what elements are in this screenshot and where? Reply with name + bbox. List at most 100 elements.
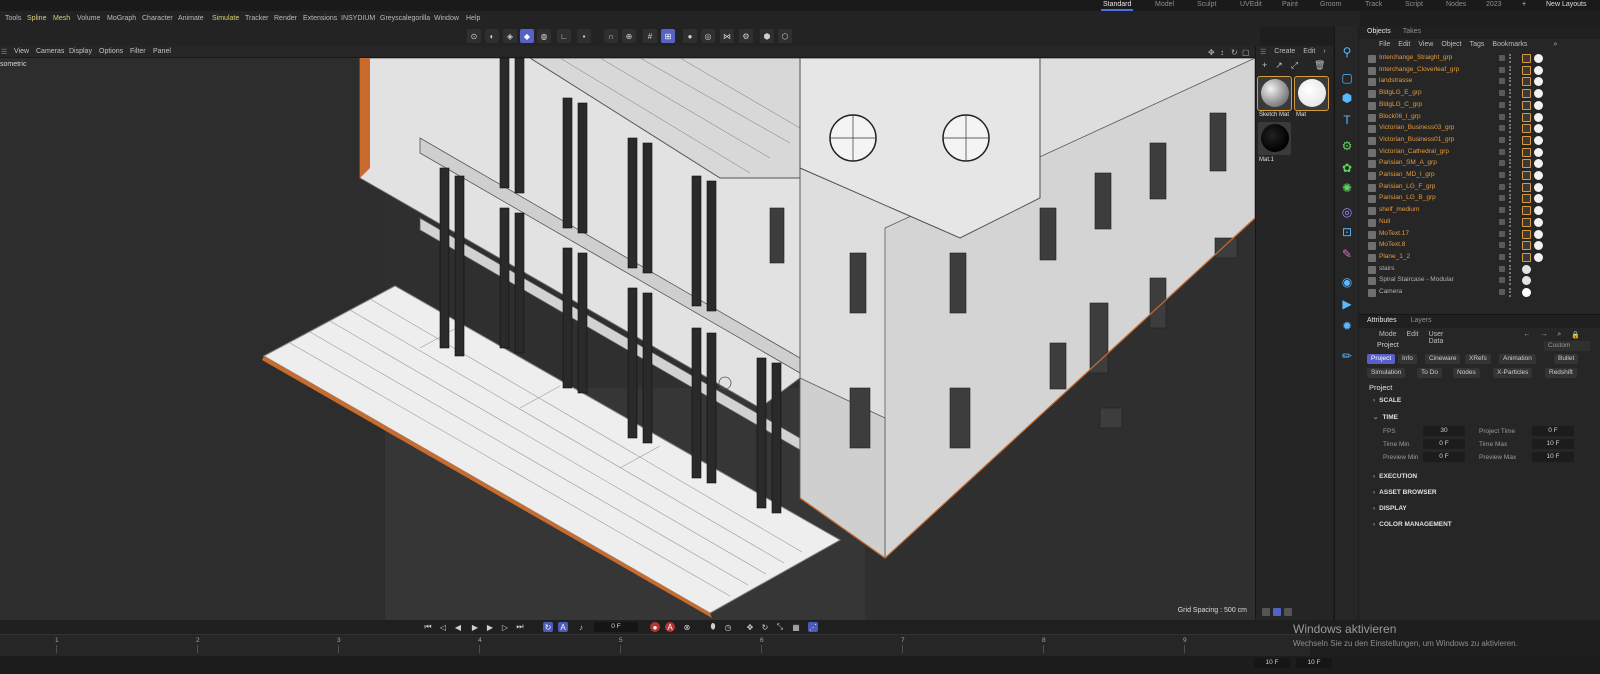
cube-primitive-icon[interactable]: ⬢ xyxy=(1339,90,1355,106)
phong-tag-icon[interactable] xyxy=(1522,206,1531,216)
object-row[interactable]: stairs xyxy=(1359,264,1600,276)
move-icon[interactable]: ↕ xyxy=(1220,48,1224,57)
timeline-ruler[interactable]: 1 2 3 4 5 6 7 8 9 xyxy=(0,634,1310,656)
axis-icon[interactable]: ∟ xyxy=(557,29,571,43)
object-row[interactable]: Parisian_LG_B_grp xyxy=(1359,193,1600,205)
new-layouts-dropdown[interactable]: New Layouts xyxy=(1546,1,1586,8)
material-tag-icon[interactable] xyxy=(1534,206,1543,216)
layer-toggle-icon[interactable] xyxy=(1499,230,1505,237)
render-icon[interactable]: ⬡ xyxy=(778,29,792,43)
layer-toggle-icon[interactable] xyxy=(1499,277,1505,284)
phong-tag-icon[interactable] xyxy=(1522,100,1531,110)
rotation-key-icon[interactable]: ↻ xyxy=(760,622,770,632)
om-menu-bookmarks[interactable]: Bookmarks xyxy=(1492,41,1527,49)
tag-icon[interactable] xyxy=(1522,276,1531,286)
section-time[interactable]: ⌄ TIME xyxy=(1373,413,1398,421)
layout-tab-nodes[interactable]: Nodes xyxy=(1446,1,1466,8)
pill-bullet[interactable]: Bullet xyxy=(1554,354,1579,364)
object-row[interactable]: Parisian_SM_A_grp xyxy=(1359,158,1600,170)
layout-tab-model[interactable]: Model xyxy=(1155,1,1174,8)
grid-icon[interactable]: # xyxy=(643,29,657,43)
paint-brush-icon[interactable]: ✏ xyxy=(1339,348,1355,364)
material-tag-icon[interactable] xyxy=(1534,159,1543,169)
viewport-menu-panel[interactable]: Panel xyxy=(153,48,171,55)
section-scale[interactable]: › SCALE xyxy=(1373,397,1401,404)
visibility-dots-icon[interactable] xyxy=(1509,206,1513,216)
layout-tab-groom[interactable]: Groom xyxy=(1320,1,1341,8)
material-tag-icon[interactable] xyxy=(1534,54,1543,63)
material-tag-icon[interactable] xyxy=(1534,65,1543,75)
cube-icon[interactable]: ⬢ xyxy=(760,29,774,43)
project-time-field[interactable]: 0 F xyxy=(1532,426,1574,436)
workplane-icon[interactable]: ⊞ xyxy=(661,29,675,43)
menu-window[interactable]: Window xyxy=(434,15,459,22)
layout-tab-track[interactable]: Track xyxy=(1365,1,1382,8)
rectangle-spline-icon[interactable]: ▢ xyxy=(1339,70,1355,86)
next-frame-icon[interactable]: ▶ xyxy=(485,622,495,632)
point-level-icon[interactable]: ⋰ xyxy=(808,622,818,632)
object-row[interactable]: Interchange_Cloverleaf_grp xyxy=(1359,65,1600,77)
object-row[interactable]: Victorian_Cathedral_grp xyxy=(1359,147,1600,159)
menu-volume[interactable]: Volume xyxy=(77,15,100,22)
previous-frame-icon[interactable]: ◀ xyxy=(453,622,463,632)
tab-attributes[interactable]: Attributes xyxy=(1367,317,1397,326)
om-menu-file[interactable]: File xyxy=(1379,41,1390,49)
viewport-menu-cameras[interactable]: Cameras xyxy=(36,48,64,55)
pill-xrefs[interactable]: XRefs xyxy=(1465,354,1491,364)
menu-help[interactable]: Help xyxy=(466,15,480,22)
arrow-up-right-icon[interactable]: ↗ xyxy=(1275,60,1283,72)
visibility-dots-icon[interactable] xyxy=(1509,264,1513,274)
current-frame-field[interactable]: 0 F xyxy=(594,622,638,632)
phong-tag-icon[interactable] xyxy=(1522,112,1531,122)
grid-view-icon[interactable] xyxy=(1273,608,1281,616)
menu-mograph[interactable]: MoGraph xyxy=(107,15,136,22)
material-mat-1[interactable] xyxy=(1258,122,1291,155)
scale-key-icon[interactable]: ⤡ xyxy=(775,622,785,632)
material-tag-icon[interactable] xyxy=(1534,89,1543,99)
maximize-icon[interactable]: ▢ xyxy=(1242,48,1250,57)
om-menu-view[interactable]: View xyxy=(1418,41,1433,49)
material-tag-icon[interactable] xyxy=(1534,229,1543,239)
text-tool-icon[interactable]: T xyxy=(1339,112,1355,128)
list-view-icon[interactable] xyxy=(1262,608,1270,616)
om-menu-edit[interactable]: Edit xyxy=(1398,41,1410,49)
pill-simulation[interactable]: Simulation xyxy=(1367,368,1406,378)
attr-menu-edit[interactable]: Edit xyxy=(1407,331,1419,339)
material-tag-icon[interactable] xyxy=(1534,171,1543,180)
model-mode-icon[interactable]: ◆ xyxy=(520,29,534,43)
snap-target-icon[interactable]: ⊕ xyxy=(622,29,636,43)
phong-tag-icon[interactable] xyxy=(1522,241,1531,251)
menu-spline[interactable]: Spline xyxy=(27,15,46,22)
object-row[interactable]: Block06_I_grp xyxy=(1359,112,1600,124)
object-row[interactable]: Interchange_Straight_grp xyxy=(1359,53,1600,65)
visibility-dots-icon[interactable] xyxy=(1509,100,1513,110)
menu-insydium[interactable]: INSYDIUM xyxy=(341,15,375,22)
phong-tag-icon[interactable] xyxy=(1522,252,1531,262)
next-key-icon[interactable]: ▷ xyxy=(500,622,510,632)
scene-icon[interactable]: ◉ xyxy=(1339,274,1355,290)
phong-tag-icon[interactable] xyxy=(1522,65,1531,75)
play-icon[interactable]: ▶ xyxy=(470,622,480,632)
layer-toggle-icon[interactable] xyxy=(1499,66,1505,73)
playback-rate-icon[interactable]: A xyxy=(558,622,568,632)
section-color-management[interactable]: › COLOR MANAGEMENT xyxy=(1373,521,1452,528)
snap-settings-icon[interactable]: ▪ xyxy=(577,29,591,43)
previous-key-icon[interactable]: ◁ xyxy=(438,622,448,632)
object-row[interactable]: landstrasse xyxy=(1359,76,1600,88)
material-tag-icon[interactable] xyxy=(1534,124,1543,134)
visibility-dots-icon[interactable] xyxy=(1509,124,1513,134)
layout-tab-2023[interactable]: 2023 xyxy=(1486,1,1502,8)
keyframe-selection-icon[interactable]: ⊗ xyxy=(682,622,692,632)
deformer-icon[interactable]: ◎ xyxy=(1339,204,1355,220)
add-layout-button[interactable]: + xyxy=(1522,1,1526,8)
material-tag-icon[interactable] xyxy=(1534,135,1543,145)
material-tag-icon[interactable] xyxy=(1534,194,1543,204)
tag-icon[interactable] xyxy=(1522,288,1531,297)
menu-greyscalegorilla[interactable]: Greyscalegorilla xyxy=(380,15,430,22)
rotate-icon[interactable]: ↻ xyxy=(1231,48,1238,57)
autokey-icon[interactable]: A xyxy=(665,622,675,632)
phong-tag-icon[interactable] xyxy=(1522,89,1531,99)
material-tag-icon[interactable] xyxy=(1534,77,1543,87)
visibility-dots-icon[interactable] xyxy=(1509,77,1513,87)
record-keys-icon[interactable]: ● xyxy=(650,622,660,632)
